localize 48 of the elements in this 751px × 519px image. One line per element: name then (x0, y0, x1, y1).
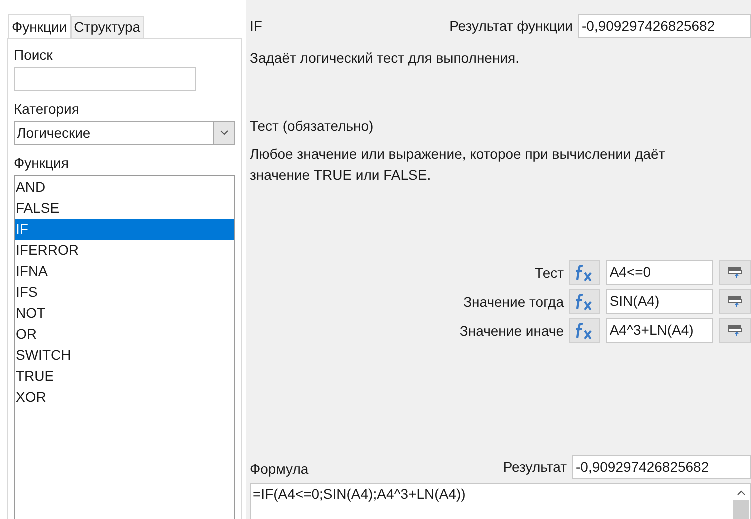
fx-icon (574, 322, 594, 340)
function-wizard-button[interactable] (569, 289, 600, 314)
function-description: Задаёт логический тест для выполнения. (250, 49, 520, 68)
function-wizard-button[interactable] (569, 318, 600, 343)
function-list-item[interactable]: IFS (15, 282, 234, 303)
function-list-item[interactable]: OR (15, 324, 234, 345)
tab[interactable]: Функции (8, 14, 72, 38)
function-list-item[interactable]: XOR (15, 387, 234, 408)
category-dropdown[interactable]: Логические (14, 121, 235, 145)
function-list-item[interactable]: FALSE (15, 198, 234, 219)
function-result-field[interactable]: -0,909297426825682 (578, 14, 751, 38)
argument-field[interactable]: A4^3+LN(A4) (606, 318, 714, 343)
result-field[interactable]: -0,909297426825682 (572, 455, 751, 479)
function-result-label: Результат функции (448, 18, 573, 34)
function-name: IF (250, 18, 264, 34)
search-field[interactable] (14, 67, 196, 91)
argument-description: Любое значение или выражение, которое при вычислении даёт значение TRUE или FALSE. (250, 145, 666, 185)
category-label: Категория (14, 100, 80, 119)
chevron-up-icon (736, 490, 746, 496)
argument-field[interactable]: SIN(A4) (606, 289, 714, 314)
function-list-item[interactable]: SWITCH (15, 345, 234, 366)
function-list-item[interactable]: IF (15, 219, 234, 240)
function-list-item[interactable]: NOT (15, 303, 234, 324)
argument-title: Тест (обязательно) (250, 117, 375, 136)
argument-label: Тест (534, 264, 564, 280)
tab[interactable]: Структура (71, 16, 144, 38)
argument-label: Значение иначе (458, 322, 564, 338)
function-wizard-button[interactable] (569, 260, 600, 285)
result-label: Результат (502, 459, 567, 475)
function-list-item[interactable]: IFERROR (15, 240, 234, 261)
function-label: Функция (14, 154, 69, 173)
chevron-down-icon (220, 130, 228, 136)
shrink-button[interactable] (719, 289, 751, 314)
shrink-button[interactable] (719, 260, 751, 285)
shrink-icon (728, 266, 742, 278)
shrink-button[interactable] (719, 318, 751, 343)
formula-label: Формула (250, 460, 310, 479)
formula-field[interactable]: =IF(A4<=0;SIN(A4);A4^3+LN(A4)) (250, 483, 751, 519)
function-list-item[interactable]: AND (15, 177, 234, 198)
shrink-icon (728, 296, 742, 308)
fx-icon (574, 292, 594, 310)
function-list-item[interactable]: IFNA (15, 261, 234, 282)
argument-label: Значение тогда (462, 294, 564, 310)
search-label: Поиск (14, 46, 53, 65)
shrink-icon (728, 324, 742, 336)
argument-field[interactable]: A4<=0 (606, 260, 714, 285)
function-list-item[interactable]: TRUE (15, 366, 234, 387)
fx-icon (574, 264, 594, 282)
